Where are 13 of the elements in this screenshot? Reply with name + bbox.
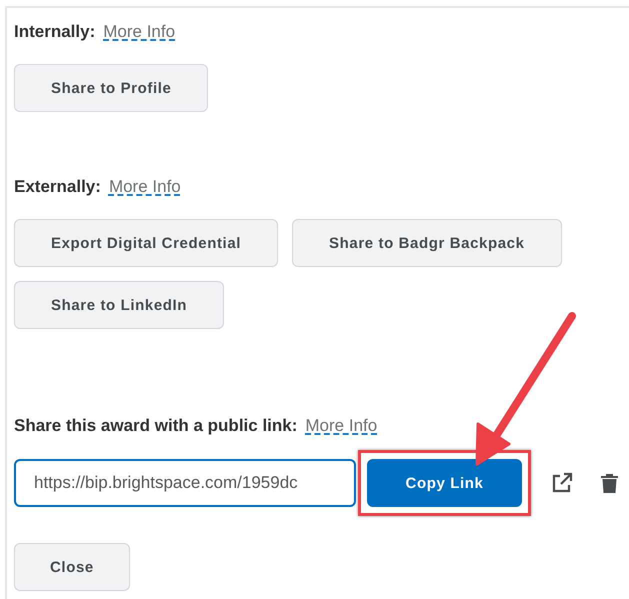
- section-label: Internally:: [14, 22, 96, 42]
- share-button[interactable]: Export Digital Credential: [14, 219, 278, 267]
- share-button[interactable]: Share to Badgr Backpack: [292, 219, 562, 267]
- copy-link-button[interactable]: Copy Link: [367, 459, 522, 507]
- section-label: Externally:: [14, 177, 101, 197]
- link-field[interactable]: https://bip.brightspace.com/1959dc: [14, 459, 356, 507]
- more-info-link[interactable]: More Info: [305, 416, 378, 436]
- more-info-link[interactable]: More Info: [103, 22, 176, 42]
- share-button[interactable]: Share to Profile: [14, 64, 208, 112]
- close-button[interactable]: Close: [14, 543, 130, 591]
- section-label: Share this award with a public link:: [14, 416, 298, 436]
- share-button[interactable]: Share to LinkedIn: [14, 281, 224, 329]
- more-info-link[interactable]: More Info: [108, 177, 181, 197]
